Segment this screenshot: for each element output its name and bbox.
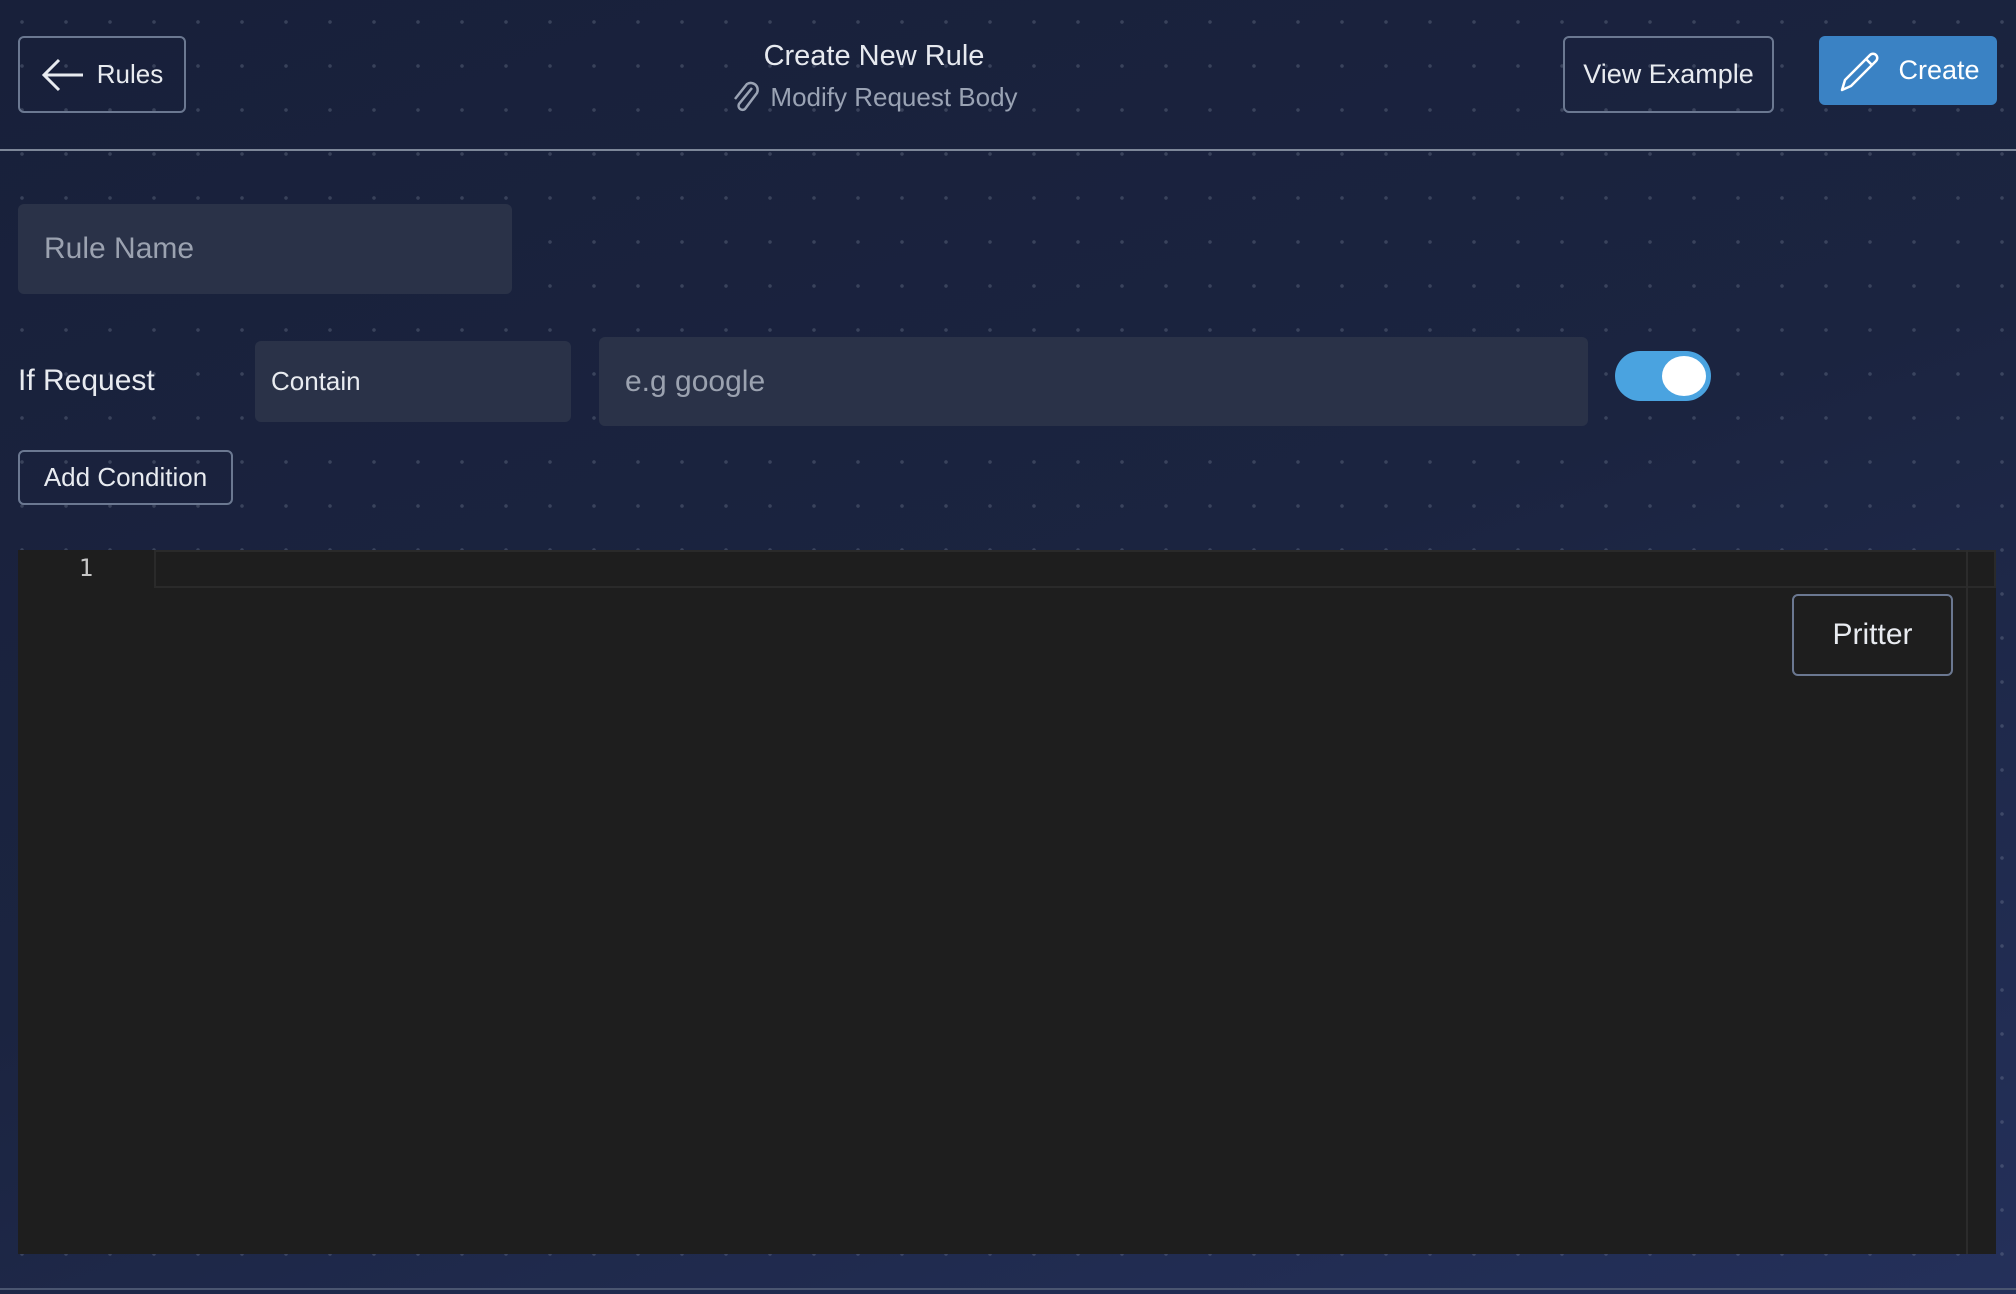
if-request-label: If Request: [18, 364, 155, 397]
rule-name-input[interactable]: [18, 204, 512, 294]
page-title: Create New Rule: [763, 40, 985, 72]
add-condition-button[interactable]: Add Condition: [18, 450, 233, 505]
header-divider: [0, 149, 2016, 151]
operator-select[interactable]: Contain: [255, 341, 571, 422]
create-button[interactable]: Create: [1819, 36, 1997, 105]
active-line-highlight: [154, 550, 1996, 588]
operator-value: Contain: [271, 366, 361, 396]
editor-scrollbar-track[interactable]: [1966, 550, 1968, 1254]
view-example-button[interactable]: View Example: [1563, 36, 1774, 113]
footer-divider: [0, 1288, 2016, 1290]
paperclip-icon: [734, 81, 760, 112]
create-label: Create: [1898, 55, 1980, 85]
code-editor[interactable]: 1 Pritter: [18, 550, 1996, 1254]
line-number: 1: [78, 554, 94, 582]
condition-toggle[interactable]: [1615, 351, 1711, 401]
toggle-knob: [1662, 356, 1706, 396]
url-input[interactable]: [599, 337, 1588, 426]
rule-type-label: Modify Request Body: [770, 81, 1018, 112]
prettier-button[interactable]: Pritter: [1792, 594, 1953, 676]
page-subtitle: Modify Request Body: [0, 80, 1748, 114]
pencil-icon: [1841, 52, 1879, 91]
